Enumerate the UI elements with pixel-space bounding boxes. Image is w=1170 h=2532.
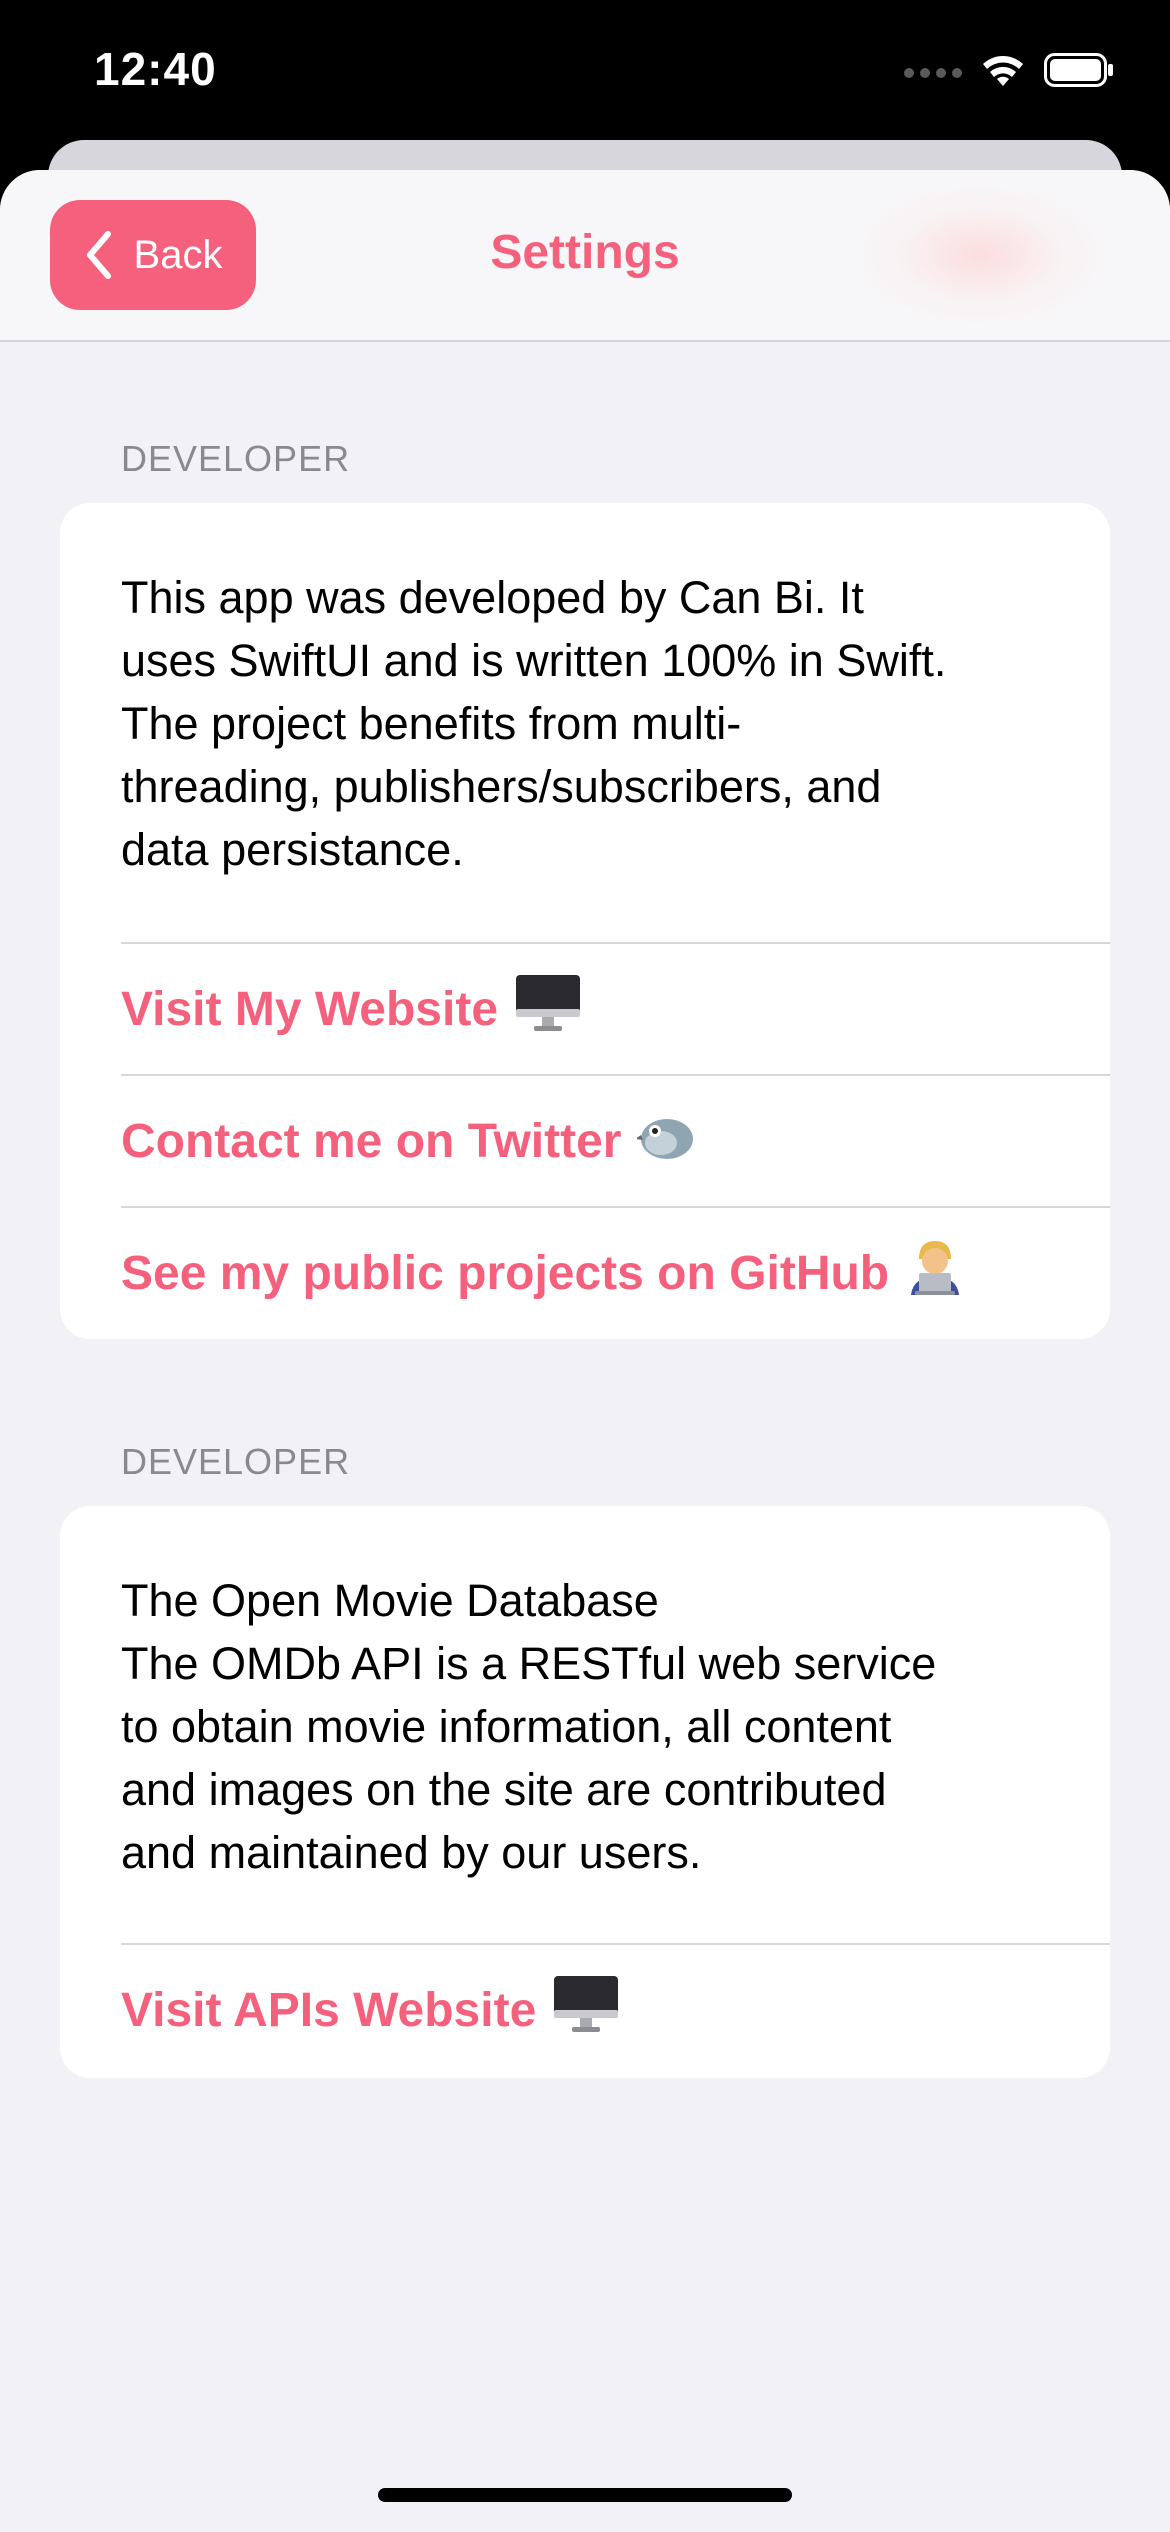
bird-icon — [635, 1107, 697, 1175]
section-header-developer: DEVELOPER — [121, 438, 351, 479]
section-header-api: DEVELOPER — [121, 1441, 351, 1482]
settings-sheet: Back Settings DEVELOPER This app was dev… — [0, 170, 1170, 2532]
status-icons — [904, 52, 1114, 93]
link-label: Contact me on Twitter — [121, 1114, 622, 1168]
screen: 12:40 Back Settings DEVELOPER This app w… — [0, 0, 1170, 2532]
link-label: Visit APIs Website — [121, 1983, 537, 2037]
technologist-icon — [905, 1237, 965, 1309]
desktop-computer-icon — [514, 973, 582, 1045]
home-indicator[interactable] — [378, 2488, 792, 2502]
cellular-signal-icon — [904, 67, 962, 78]
wifi-icon — [980, 52, 1026, 93]
visit-api-website-link[interactable]: Visit APIs Website — [121, 1945, 1110, 2075]
github-projects-link[interactable]: See my public projects on GitHub — [121, 1208, 1110, 1338]
status-bar: 12:40 — [0, 0, 1170, 150]
battery-icon — [1044, 53, 1114, 92]
desktop-computer-icon — [552, 1974, 620, 2046]
link-label: See my public projects on GitHub — [121, 1246, 890, 1300]
api-description: The Open Movie Database The OMDb API is … — [121, 1575, 937, 1878]
link-label: Visit My Website — [121, 982, 499, 1036]
developer-description: This app was developed by Can Bi. It use… — [121, 572, 947, 875]
visit-website-link[interactable]: Visit My Website — [121, 944, 1110, 1074]
page-title: Settings — [490, 226, 680, 279]
navigation-bar: Back Settings — [0, 170, 1170, 342]
developer-card: This app was developed by Can Bi. It use… — [60, 503, 1110, 1339]
status-time: 12:40 — [94, 43, 217, 95]
api-card: The Open Movie Database The OMDb API is … — [60, 1506, 1110, 2078]
contact-twitter-link[interactable]: Contact me on Twitter — [121, 1076, 1110, 1206]
